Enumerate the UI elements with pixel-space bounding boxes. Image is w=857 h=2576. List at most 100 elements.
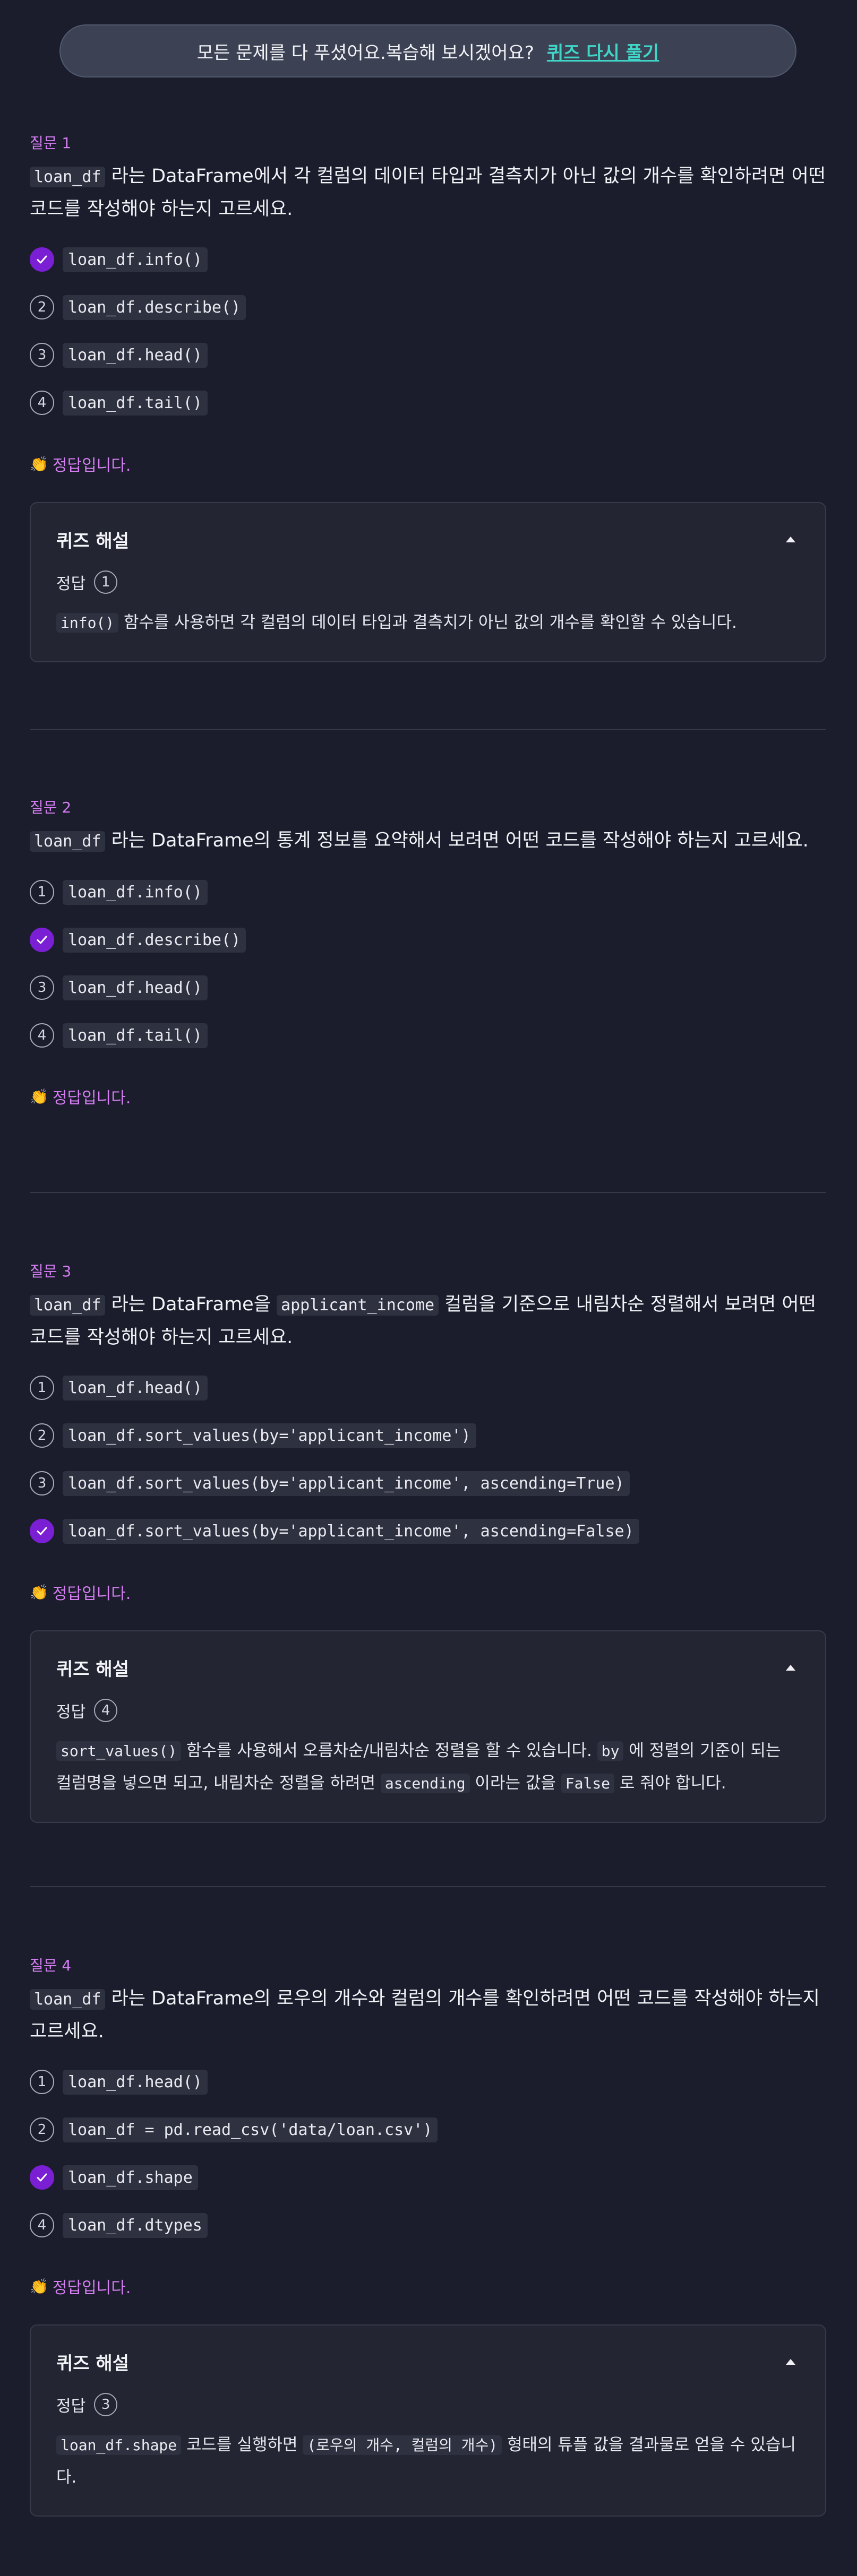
inline-code: ascending <box>380 1774 470 1793</box>
option-code: loan_df.info() <box>63 879 208 905</box>
option-number: 4 <box>30 391 54 415</box>
inline-code: by <box>597 1741 624 1761</box>
options-list: 1 loan_df.head() 2 loan_df = pd.read_csv('… <box>30 2064 826 2243</box>
explanation-header[interactable]: 퀴즈 해설 <box>56 526 800 552</box>
question-text-part: 라는 DataFrame에서 각 컬럼의 데이터 타입과 결측치가 아닌 값의 … <box>30 166 826 220</box>
result-text: 정답입니다. <box>52 1585 131 1603</box>
collapse-caret-icon[interactable] <box>786 1665 795 1671</box>
explanation-title: 퀴즈 해설 <box>56 2353 129 2374</box>
option-1[interactable]: 1 loan_df.info() <box>30 875 826 910</box>
option-number: 2 <box>30 1423 54 1448</box>
result-text: 정답입니다. <box>52 1089 131 1108</box>
question-text-part: 라는 DataFrame을 <box>105 1294 277 1315</box>
clapping-hands-icon: 👏 <box>30 1087 48 1105</box>
option-2[interactable]: 2 loan_df = pd.read_csv('data/loan.csv') <box>30 2112 826 2147</box>
option-3[interactable]: 3 loan_df.head() <box>30 970 826 1005</box>
option-code: loan_df.shape <box>63 2165 198 2190</box>
option-4[interactable]: 4 loan_df.tail() <box>30 385 826 420</box>
question-text: loan_df 라는 DataFrame을 applicant_income 컬… <box>30 1289 826 1353</box>
inline-code: loan_df <box>30 1989 106 2010</box>
collapse-caret-icon[interactable] <box>786 537 795 542</box>
explanation-panel: 퀴즈 해설 정답 3 loan_df.shape 코드를 실행하면 (로우의 개수… <box>30 2324 826 2517</box>
inline-code: loan_df <box>30 831 106 852</box>
answer-row: 정답 4 <box>56 1699 800 1722</box>
clapping-hands-icon: 👏 <box>30 455 48 473</box>
result-text: 정답입니다. <box>52 2279 131 2297</box>
option-code: loan_df.dtypes <box>63 2212 208 2238</box>
option-number: 1 <box>30 1376 54 1400</box>
option-code: loan_df.info() <box>63 247 208 272</box>
clapping-hands-icon: 👏 <box>30 1583 48 1601</box>
option-3[interactable]: 3 loan_df.head() <box>30 338 826 373</box>
option-2[interactable]: loan_df.describe() <box>30 922 826 957</box>
options-list: 1 loan_df.head() 2 loan_df.sort_values(by=… <box>30 1370 826 1549</box>
question-text-part: 라는 DataFrame의 통계 정보를 요약해서 보려면 어떤 코드를 작성해… <box>105 830 809 851</box>
option-2[interactable]: 2 loan_df.describe() <box>30 290 826 325</box>
check-icon <box>30 1519 54 1543</box>
completion-banner: 모든 문제를 다 푸셨어요.복습해 보시겠어요? 퀴즈 다시 풀기 <box>59 24 796 77</box>
question-text: loan_df 라는 DataFrame에서 각 컬럼의 데이터 타입과 결측치… <box>30 160 826 225</box>
clapping-hands-icon: 👏 <box>30 2277 48 2295</box>
question-text: loan_df 라는 DataFrame의 통계 정보를 요약해서 보려면 어떤… <box>30 825 826 858</box>
explanation-text: info() 함수를 사용하면 각 컬럼의 데이터 타입과 결측치가 아닌 값의… <box>56 607 800 639</box>
option-number: 3 <box>30 1471 54 1496</box>
question-4: 질문 4 loan_df 라는 DataFrame의 로우의 개수와 컬럼의 개… <box>30 1954 826 2517</box>
option-code: loan_df.head() <box>63 2069 208 2095</box>
answer-row: 정답 3 <box>56 2393 800 2416</box>
inline-code: applicant_income <box>277 1295 439 1316</box>
option-number: 3 <box>30 343 54 367</box>
option-code: loan_df.tail() <box>63 1023 208 1048</box>
option-code: loan_df = pd.read_csv('data/loan.csv') <box>63 2117 438 2142</box>
divider <box>30 1192 826 1193</box>
explanation-text-part: 함수를 사용하면 각 컬럼의 데이터 타입과 결측치가 아닌 값의 개수를 확인… <box>118 613 737 632</box>
explanation-panel: 퀴즈 해설 정답 1 info() 함수를 사용하면 각 컬럼의 데이터 타입과 … <box>30 502 826 662</box>
question-label: 질문 3 <box>30 1263 72 1280</box>
question-text-part: 라는 DataFrame의 로우의 개수와 컬럼의 개수를 확인하려면 어떤 코… <box>30 1988 820 2042</box>
result-message: 👏 정답입니다. <box>30 2275 826 2298</box>
retry-quiz-link[interactable]: 퀴즈 다시 풀기 <box>547 38 659 64</box>
result-text: 정답입니다. <box>52 456 131 475</box>
option-code: loan_df.head() <box>63 1375 208 1401</box>
option-1[interactable]: 1 loan_df.head() <box>30 1370 826 1405</box>
option-code: loan_df.tail() <box>63 390 208 416</box>
explanation-text: sort_values() 함수를 사용해서 오름차순/내림차순 정렬을 할 수… <box>56 1735 800 1800</box>
answer-label: 정답 <box>56 2397 86 2416</box>
option-3[interactable]: loan_df.shape <box>30 2160 826 2195</box>
inline-code: sort_values() <box>56 1741 182 1761</box>
option-2[interactable]: 2 loan_df.sort_values(by='applicant_incom… <box>30 1418 826 1453</box>
inline-code: loan_df <box>30 1295 106 1316</box>
explanation-header[interactable]: 퀴즈 해설 <box>56 2349 800 2375</box>
answer-label: 정답 <box>56 1703 86 1722</box>
check-icon <box>30 928 54 952</box>
option-number: 2 <box>30 295 54 319</box>
banner-text: 모든 문제를 다 푸셨어요.복습해 보시겠어요? <box>196 42 534 64</box>
question-label: 질문 1 <box>30 134 72 152</box>
option-number: 2 <box>30 2117 54 2142</box>
question-text: loan_df 라는 DataFrame의 로우의 개수와 컬럼의 개수를 확인… <box>30 1983 826 2047</box>
option-1[interactable]: loan_df.info() <box>30 242 826 277</box>
option-4[interactable]: 4 loan_df.tail() <box>30 1018 826 1053</box>
option-4[interactable]: loan_df.sort_values(by='applicant_income… <box>30 1514 826 1549</box>
inline-code: (로우의 개수, 컬럼의 개수) <box>303 2435 502 2455</box>
result-message: 👏 정답입니다. <box>30 452 826 476</box>
option-4[interactable]: 4 loan_df.dtypes <box>30 2208 826 2243</box>
explanation-header[interactable]: 퀴즈 해설 <box>56 1655 800 1681</box>
answer-label: 정답 <box>56 575 86 593</box>
option-3[interactable]: 3 loan_df.sort_values(by='applicant_incom… <box>30 1466 826 1501</box>
explanation-panel: 퀴즈 해설 정답 4 sort_values() 함수를 사용해서 오름차순/내림… <box>30 1630 826 1823</box>
option-number: 4 <box>30 1023 54 1048</box>
explanation-text-part: 함수를 사용해서 오름차순/내림차순 정렬을 할 수 있습니다. <box>181 1741 597 1760</box>
explanation-text: loan_df.shape 코드를 실행하면 (로우의 개수, 컬럼의 개수) … <box>56 2429 800 2493</box>
question-label: 질문 2 <box>30 799 72 816</box>
option-code: loan_df.head() <box>63 342 208 368</box>
collapse-caret-icon[interactable] <box>786 2359 795 2365</box>
check-icon <box>30 2165 54 2190</box>
result-message: 👏 정답입니다. <box>30 1580 826 1604</box>
option-number: 1 <box>30 2070 54 2094</box>
option-1[interactable]: 1 loan_df.head() <box>30 2064 826 2099</box>
explanation-title: 퀴즈 해설 <box>56 531 129 552</box>
question-label: 질문 4 <box>30 1957 72 1974</box>
quiz-page: 모든 문제를 다 푸셨어요.복습해 보시겠어요? 퀴즈 다시 풀기 질문 1 l… <box>0 0 857 2576</box>
explanation-text-part: 이라는 값을 <box>469 1774 561 1793</box>
options-list: loan_df.info() 2 loan_df.describe() 3 loan… <box>30 242 826 420</box>
